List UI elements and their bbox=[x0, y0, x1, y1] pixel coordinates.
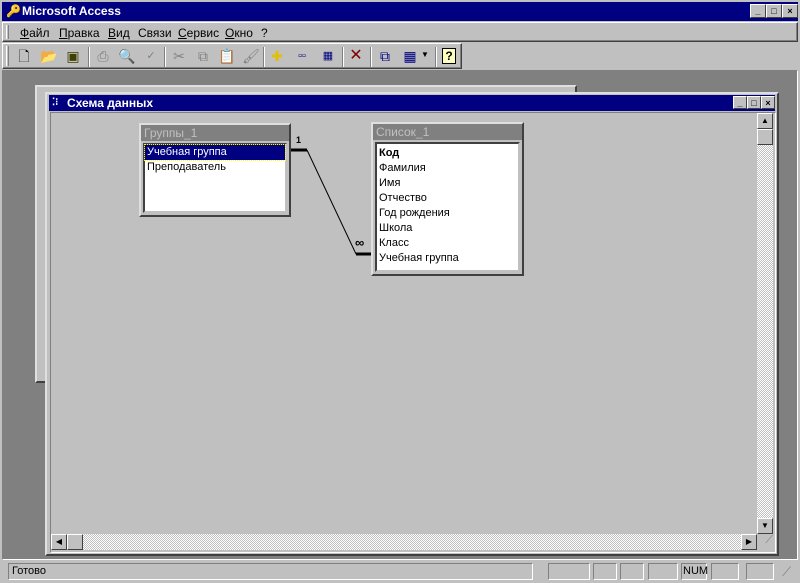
menu-window[interactable]: Окно bbox=[225, 26, 253, 40]
status-panel bbox=[548, 563, 590, 580]
cut-icon[interactable]: ✂ bbox=[168, 45, 190, 67]
relationships-icon[interactable]: ⧉ bbox=[374, 45, 396, 67]
paste-icon[interactable]: 📋 bbox=[216, 45, 238, 67]
vertical-scroll-thumb[interactable] bbox=[757, 129, 773, 145]
save-icon[interactable]: ▣ bbox=[62, 45, 84, 67]
toolbar-separator bbox=[164, 47, 166, 67]
spelling-icon[interactable]: ✓ bbox=[140, 45, 162, 67]
schema-close-button[interactable]: × bbox=[761, 96, 775, 109]
toolbar-separator bbox=[88, 47, 90, 67]
table-students[interactable]: Список_1 Код Фамилия Имя Отчество Год ро… bbox=[371, 122, 524, 276]
help-icon[interactable]: ? bbox=[438, 45, 460, 67]
mdi-client-area: ⁚⁝ Схема данных _ □ × 1 ∞ Группы_1 Учебн… bbox=[2, 70, 798, 560]
delete-icon[interactable]: ✕ bbox=[345, 45, 367, 67]
scroll-down-button[interactable]: ▼ bbox=[757, 518, 773, 534]
field-item[interactable]: Школа bbox=[377, 221, 518, 236]
schema-window-title-bar: ⁚⁝ Схема данных _ □ × bbox=[49, 95, 775, 111]
menu-bar: Файл Правка Вид Связи Сервис Окно ? bbox=[2, 22, 798, 42]
close-button[interactable]: × bbox=[782, 4, 798, 18]
toolbar-separator bbox=[370, 47, 372, 67]
status-num-indicator: NUM bbox=[681, 563, 708, 580]
toolbar-separator bbox=[342, 47, 344, 67]
toolbar: 🗋 📂 ▣ ⎙ 🔍 ✓ ✂ ⧉ 📋 🖌 ✚ ▫▫ ▦ ✕ ⧉ ▦ ▼ ? bbox=[2, 43, 462, 69]
table-groups[interactable]: Группы_1 Учебная группа Преподаватель bbox=[139, 123, 291, 217]
scroll-right-button[interactable]: ▶ bbox=[741, 534, 757, 550]
one-side-label: 1 bbox=[296, 135, 302, 145]
print-icon[interactable]: ⎙ bbox=[92, 45, 114, 67]
field-list[interactable]: Учебная группа Преподаватель bbox=[143, 143, 287, 213]
field-item[interactable]: Класс bbox=[377, 236, 518, 251]
status-panel bbox=[711, 563, 739, 580]
show-all-icon[interactable]: ▦ bbox=[317, 45, 339, 67]
field-item[interactable]: Фамилия bbox=[377, 161, 518, 176]
table-title[interactable]: Группы_1 bbox=[141, 125, 289, 141]
menu-file[interactable]: Файл bbox=[20, 26, 50, 40]
menu-tools[interactable]: Сервис bbox=[178, 26, 219, 40]
field-item[interactable]: Отчество bbox=[377, 191, 518, 206]
schema-maximize-button[interactable]: □ bbox=[747, 96, 761, 109]
many-side-label: ∞ bbox=[355, 235, 365, 250]
print-preview-icon[interactable]: 🔍 bbox=[116, 45, 138, 67]
resize-grip-icon[interactable]: ⟋ bbox=[757, 534, 773, 550]
schema-minimize-button[interactable]: _ bbox=[733, 96, 747, 109]
new-icon[interactable]: 🗋 bbox=[13, 45, 35, 67]
access-key-icon: 🔑 bbox=[6, 4, 21, 18]
new-object-icon[interactable]: ▦ bbox=[399, 45, 421, 67]
copy-icon[interactable]: ⧉ bbox=[192, 45, 214, 67]
field-item[interactable]: Год рождения bbox=[377, 206, 518, 221]
scroll-left-button[interactable]: ◀ bbox=[51, 534, 67, 550]
menu-help[interactable]: ? bbox=[261, 26, 268, 40]
relationships-icon: ⁚⁝ bbox=[52, 97, 59, 108]
schema-window-title: Схема данных bbox=[67, 96, 153, 110]
status-bar: Готово NUM ⟋ bbox=[2, 562, 798, 581]
status-text: Готово bbox=[8, 563, 533, 580]
field-list[interactable]: Код Фамилия Имя Отчество Год рождения Шк… bbox=[375, 142, 520, 272]
toolbar-separator bbox=[263, 47, 265, 67]
field-item[interactable]: Преподаватель bbox=[145, 160, 285, 175]
resize-grip-icon[interactable]: ⟋ bbox=[782, 564, 791, 580]
app-title-bar: 🔑 Microsoft Access _ □ × bbox=[2, 2, 798, 21]
open-icon[interactable]: 📂 bbox=[38, 45, 60, 67]
status-panel bbox=[746, 563, 774, 580]
app-title: Microsoft Access bbox=[22, 4, 121, 18]
status-panel bbox=[648, 563, 678, 580]
schema-window: ⁚⁝ Схема данных _ □ × 1 ∞ Группы_1 Учебн… bbox=[45, 92, 779, 556]
chevron-down-icon[interactable]: ▼ bbox=[421, 50, 429, 59]
status-panel bbox=[620, 563, 644, 580]
status-panel bbox=[593, 563, 617, 580]
show-table-icon[interactable]: ✚ bbox=[266, 45, 288, 67]
table-title[interactable]: Список_1 bbox=[373, 124, 522, 140]
field-item-key[interactable]: Код bbox=[377, 146, 518, 161]
schema-canvas[interactable]: 1 ∞ Группы_1 Учебная группа Преподавател… bbox=[50, 112, 776, 553]
vertical-scrollbar[interactable]: ▲ ▼ bbox=[757, 113, 773, 534]
scroll-up-button[interactable]: ▲ bbox=[757, 113, 773, 129]
maximize-button[interactable]: □ bbox=[766, 4, 782, 18]
minimize-button[interactable]: _ bbox=[750, 4, 766, 18]
field-item[interactable]: Учебная группа bbox=[377, 251, 518, 266]
field-item[interactable]: Имя bbox=[377, 176, 518, 191]
show-direct-icon[interactable]: ▫▫ bbox=[291, 45, 313, 67]
menu-edit[interactable]: Правка bbox=[59, 26, 100, 40]
field-item-selected[interactable]: Учебная группа bbox=[144, 144, 286, 161]
toolbar-grip[interactable] bbox=[6, 46, 9, 66]
horizontal-scroll-thumb[interactable] bbox=[67, 534, 83, 550]
menu-relationships[interactable]: Связи bbox=[138, 26, 172, 40]
menu-grip[interactable] bbox=[6, 25, 9, 39]
menu-view[interactable]: Вид bbox=[108, 26, 130, 40]
toolbar-separator bbox=[435, 47, 437, 67]
horizontal-scrollbar[interactable]: ◀ ▶ bbox=[51, 534, 757, 550]
format-painter-icon[interactable]: 🖌 bbox=[240, 45, 262, 67]
